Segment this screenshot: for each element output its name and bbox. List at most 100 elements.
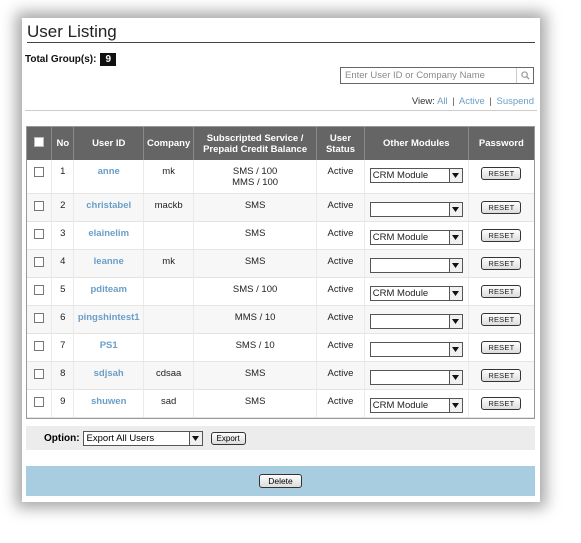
chevron-down-icon[interactable] <box>448 202 462 216</box>
header-status-line2: Status <box>325 143 355 155</box>
option-bar: Option: Export All Users Export <box>26 426 535 450</box>
status-cell: Active <box>316 333 365 362</box>
option-select-value: Export All Users <box>86 432 155 444</box>
search-input[interactable] <box>341 68 517 83</box>
chevron-down-icon[interactable] <box>448 398 462 412</box>
status-cell: Active <box>316 305 365 334</box>
module-select[interactable] <box>369 201 463 217</box>
reset-password-button[interactable]: RESET <box>481 200 522 214</box>
module-select[interactable]: CRM Module <box>369 285 463 301</box>
header-no: No <box>51 127 75 160</box>
user-id-link[interactable]: leanne <box>94 256 124 267</box>
user-id-cell: christabel <box>73 193 145 222</box>
row-checkbox[interactable] <box>34 228 45 239</box>
reset-password-button[interactable]: RESET <box>481 228 522 242</box>
option-select[interactable]: Export All Users <box>82 430 203 446</box>
table-row: 6 pingshintest1 MMS / 10 Active RESET <box>27 305 534 334</box>
reset-password-button[interactable]: RESET <box>481 284 522 298</box>
module-select[interactable] <box>369 313 463 329</box>
user-id-link[interactable]: shuwen <box>91 396 126 407</box>
row-checkbox[interactable] <box>34 368 45 379</box>
status-cell: Active <box>316 221 365 250</box>
chevron-down-icon[interactable] <box>448 258 462 272</box>
chevron-down-icon[interactable] <box>448 342 462 356</box>
row-checkbox[interactable] <box>34 284 45 295</box>
chevron-down-icon[interactable] <box>448 286 462 300</box>
module-cell <box>364 249 469 278</box>
user-id-link[interactable]: sdjsah <box>94 368 124 379</box>
module-cell: CRM Module <box>364 389 469 418</box>
chevron-down-icon[interactable] <box>448 370 462 384</box>
reset-password-button[interactable]: RESET <box>481 368 522 382</box>
user-id-link[interactable]: christabel <box>86 200 131 211</box>
row-checkbox[interactable] <box>34 256 45 267</box>
row-no: 5 <box>51 277 75 306</box>
reset-password-button[interactable]: RESET <box>481 312 522 326</box>
service-cell: SMS <box>193 221 318 250</box>
user-id-link[interactable]: pingshintest1 <box>78 312 140 323</box>
reset-password-button[interactable]: RESET <box>481 340 522 354</box>
row-checkbox[interactable] <box>34 340 45 351</box>
search-icon[interactable] <box>516 68 533 83</box>
select-all-checkbox[interactable] <box>34 137 45 147</box>
header-company: Company <box>143 127 195 160</box>
module-cell: CRM Module <box>364 160 469 194</box>
module-select[interactable]: CRM Module <box>369 168 463 183</box>
row-checkbox[interactable] <box>34 167 45 177</box>
user-id-link[interactable]: elainelim <box>88 228 129 239</box>
header-service-line1: Subscripted Service / <box>206 132 304 144</box>
total-groups-label: Total Group(s): <box>25 54 97 65</box>
user-id-link[interactable]: anne <box>98 166 120 177</box>
row-select-cell <box>27 277 53 306</box>
status-cell: Active <box>316 389 365 418</box>
company-cell <box>143 305 195 334</box>
table-row: 7 PS1 SMS / 10 Active RESET <box>27 333 534 362</box>
view-label: View: <box>411 96 435 107</box>
delete-button[interactable]: Delete <box>259 474 302 488</box>
module-select[interactable]: CRM Module <box>369 229 463 245</box>
chevron-down-icon[interactable] <box>188 431 202 445</box>
module-select-value: CRM Module <box>372 287 429 299</box>
separator: | <box>489 96 492 107</box>
module-select[interactable]: CRM Module <box>369 397 463 413</box>
row-checkbox[interactable] <box>34 200 45 211</box>
row-checkbox[interactable] <box>34 396 45 407</box>
user-id-cell: PS1 <box>73 333 145 362</box>
service-cell: SMS / 100 MMS / 100 <box>193 160 318 194</box>
service-cell: MMS / 10 <box>193 305 318 334</box>
user-id-link[interactable]: pditeam <box>90 284 126 295</box>
service-cell: SMS / 10 <box>193 333 318 362</box>
module-select[interactable] <box>369 369 463 385</box>
user-id-link[interactable]: PS1 <box>100 340 118 351</box>
password-cell: RESET <box>468 361 534 390</box>
company-cell: mk <box>143 160 195 194</box>
view-active-link[interactable]: Active <box>459 96 485 107</box>
module-select[interactable] <box>369 341 463 357</box>
user-id-cell: leanne <box>73 249 145 278</box>
module-select[interactable] <box>369 257 463 273</box>
reset-password-button[interactable]: RESET <box>481 256 522 270</box>
status-cell: Active <box>316 160 365 194</box>
separator: | <box>452 96 455 107</box>
export-button[interactable]: Export <box>210 431 246 445</box>
password-cell: RESET <box>468 277 534 306</box>
table-row: 1 anne mk SMS / 100 MMS / 100 Active CRM Modul… <box>27 160 534 194</box>
service-cell: SMS / 100 <box>193 277 318 306</box>
reset-password-button[interactable]: RESET <box>481 396 522 410</box>
reset-password-button[interactable]: RESET <box>481 167 522 180</box>
row-select-cell <box>27 361 53 390</box>
service-cell: SMS <box>193 249 318 278</box>
service-cell: SMS <box>193 389 318 418</box>
select-all-header[interactable] <box>27 127 53 160</box>
chevron-down-icon[interactable] <box>448 169 462 182</box>
view-all-link[interactable]: All <box>437 96 448 107</box>
chevron-down-icon[interactable] <box>448 314 462 328</box>
company-cell <box>143 221 195 250</box>
chevron-down-icon[interactable] <box>448 230 462 244</box>
user-id-cell: elainelim <box>73 221 145 250</box>
module-select-value: CRM Module <box>372 399 429 411</box>
row-no: 6 <box>51 305 75 334</box>
view-suspend-link[interactable]: Suspend <box>496 96 534 107</box>
row-checkbox[interactable] <box>34 312 45 323</box>
service-cell-main: MMS / 10 <box>234 311 276 323</box>
